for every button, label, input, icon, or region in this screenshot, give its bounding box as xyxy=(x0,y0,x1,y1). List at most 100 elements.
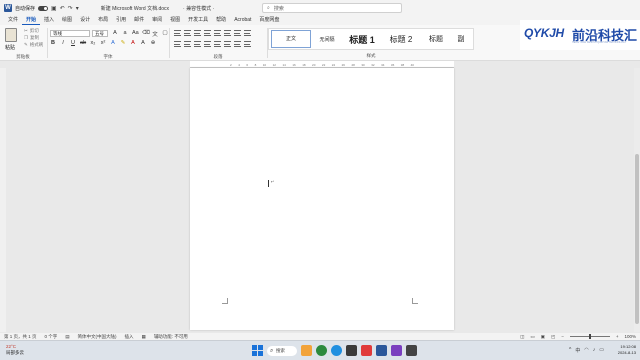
grow-font-icon[interactable]: A xyxy=(112,30,118,38)
chinese-layout-icon[interactable] xyxy=(224,30,231,36)
start-icon[interactable] xyxy=(252,345,263,356)
scrollbar-thumb[interactable] xyxy=(635,154,639,324)
focus-mode-icon[interactable]: ◫ xyxy=(520,334,524,340)
italic-icon[interactable]: I xyxy=(60,40,66,46)
enclose-char-icon[interactable]: ⊕ xyxy=(150,40,156,46)
language-status[interactable]: 简体中文(中国大陆) xyxy=(78,334,117,340)
chevron-up-icon[interactable]: ^ xyxy=(569,347,571,354)
tab-9[interactable]: 视图 xyxy=(166,16,184,25)
bold-icon[interactable]: B xyxy=(50,40,56,46)
tab-8[interactable]: 审阅 xyxy=(148,16,166,25)
font-name-select[interactable]: 等线 xyxy=(50,30,90,37)
style-item-4[interactable]: 标题 xyxy=(421,34,451,44)
print-layout-icon[interactable]: ▣ xyxy=(541,334,545,340)
app-icon[interactable] xyxy=(391,345,402,356)
tab-11[interactable]: 帮助 xyxy=(212,16,230,25)
phonetic-icon[interactable]: 文 xyxy=(152,30,158,38)
style-item-1[interactable]: 无间隔 xyxy=(311,36,343,43)
paste-icon[interactable] xyxy=(5,28,17,42)
cut-button[interactable]: ✂ 剪切 xyxy=(24,28,39,34)
insert-mode[interactable]: 插入 xyxy=(125,334,134,340)
align-left-icon[interactable] xyxy=(174,41,181,47)
style-item-2[interactable]: 标题 1 xyxy=(343,33,381,46)
justify-icon[interactable] xyxy=(204,41,211,47)
strikethrough-icon[interactable]: ab xyxy=(80,40,86,46)
tab-13[interactable]: 百度网盘 xyxy=(255,16,283,25)
tab-3[interactable]: 绘图 xyxy=(58,16,76,25)
superscript-icon[interactable]: x² xyxy=(100,40,106,46)
distributed-icon[interactable] xyxy=(214,41,221,47)
redo-icon[interactable]: ↷ xyxy=(68,5,73,12)
copy-button[interactable]: ❐ 复制 xyxy=(24,35,39,41)
align-right-icon[interactable] xyxy=(194,41,201,47)
customize-toolbar-icon[interactable]: ▾ xyxy=(76,5,79,12)
tab-12[interactable]: Acrobat xyxy=(230,16,255,25)
style-item-3[interactable]: 标题 2 xyxy=(381,34,421,45)
document-page[interactable]: ↵ xyxy=(190,68,454,330)
weather-widget[interactable]: 22°C 局部多云 xyxy=(6,344,24,356)
clock[interactable]: 19:12:08 2024-8-13 xyxy=(618,344,636,356)
tab-1[interactable]: 开始 xyxy=(22,16,41,25)
autosave-toggle[interactable] xyxy=(38,5,49,11)
media-app-icon[interactable] xyxy=(361,345,372,356)
horizontal-ruler[interactable]: 2 4 6 8 10 12 14 16 18 20 22 24 26 28 30 32 34 36 38 40 xyxy=(190,61,454,68)
multilevel-list-icon[interactable] xyxy=(194,30,201,36)
font-color-icon[interactable]: A xyxy=(130,40,136,46)
tab-5[interactable]: 布局 xyxy=(94,16,112,25)
style-item-5[interactable]: 副 xyxy=(451,34,471,44)
change-case-icon[interactable]: Aa xyxy=(132,30,139,38)
macro-icon[interactable]: ▦ xyxy=(142,334,146,340)
tab-10[interactable]: 开发工具 xyxy=(184,16,212,25)
show-marks-icon[interactable] xyxy=(244,30,251,36)
page-count[interactable]: 第 1 页，共 1 页 xyxy=(4,334,37,340)
read-mode-icon[interactable]: ▭ xyxy=(530,334,534,340)
sort-icon[interactable] xyxy=(234,30,241,36)
volume-icon[interactable]: ♪ xyxy=(593,347,596,354)
proofing-icon[interactable]: ▤ xyxy=(65,334,69,340)
edge-icon[interactable] xyxy=(331,345,342,356)
wifi-icon[interactable]: ◠ xyxy=(584,347,588,354)
subscript-icon[interactable]: x₂ xyxy=(90,40,96,46)
app-icon[interactable] xyxy=(406,345,417,356)
save-icon[interactable]: ▣ xyxy=(51,5,57,12)
decrease-indent-icon[interactable] xyxy=(204,30,211,36)
tab-7[interactable]: 邮件 xyxy=(130,16,148,25)
zoom-out-icon[interactable]: − xyxy=(561,334,564,339)
search-input[interactable]: ⌕ 搜索 xyxy=(262,3,402,13)
zoom-in-icon[interactable]: + xyxy=(616,334,619,339)
taskbar-search[interactable]: 搜索 xyxy=(267,345,297,356)
bullets-icon[interactable] xyxy=(174,30,181,36)
web-layout-icon[interactable]: ◰ xyxy=(551,334,555,340)
zoom-level[interactable]: 100% xyxy=(624,334,636,339)
accessibility-status[interactable]: 辅助功能: 不可用 xyxy=(154,334,188,340)
paste-button-label[interactable]: 粘贴 xyxy=(5,44,15,51)
align-center-icon[interactable] xyxy=(184,41,191,47)
battery-icon[interactable]: ▭ xyxy=(599,347,604,354)
style-item-0[interactable]: 正文 xyxy=(271,30,311,48)
vertical-ruler[interactable] xyxy=(0,68,6,332)
clear-format-icon[interactable]: ⌫ xyxy=(142,30,150,38)
word-taskbar-icon[interactable] xyxy=(376,345,387,356)
undo-icon[interactable]: ↶ xyxy=(60,5,65,12)
vertical-scrollbar[interactable] xyxy=(634,68,640,332)
tab-0[interactable]: 文件 xyxy=(4,16,22,25)
tab-4[interactable]: 设计 xyxy=(76,16,94,25)
input-method-icon[interactable]: 中 xyxy=(575,347,580,354)
underline-icon[interactable]: U xyxy=(70,40,76,46)
file-explorer-icon[interactable] xyxy=(301,345,312,356)
format-painter-button[interactable]: ✎ 格式刷 xyxy=(24,42,43,48)
tab-6[interactable]: 引用 xyxy=(112,16,130,25)
shrink-font-icon[interactable]: a xyxy=(122,30,128,38)
chrome-icon[interactable] xyxy=(316,345,327,356)
borders-icon[interactable] xyxy=(244,41,251,47)
numbering-icon[interactable] xyxy=(184,30,191,36)
word-count[interactable]: 0 个字 xyxy=(45,334,58,340)
terminal-icon[interactable] xyxy=(346,345,357,356)
shading-icon[interactable] xyxy=(234,41,241,47)
line-spacing-icon[interactable] xyxy=(224,41,231,47)
highlight-icon[interactable]: ✎ xyxy=(120,40,126,46)
increase-indent-icon[interactable] xyxy=(214,30,221,36)
text-effects-icon[interactable]: A xyxy=(110,40,116,46)
char-shading-icon[interactable]: A xyxy=(140,40,146,46)
tab-2[interactable]: 插入 xyxy=(40,16,58,25)
